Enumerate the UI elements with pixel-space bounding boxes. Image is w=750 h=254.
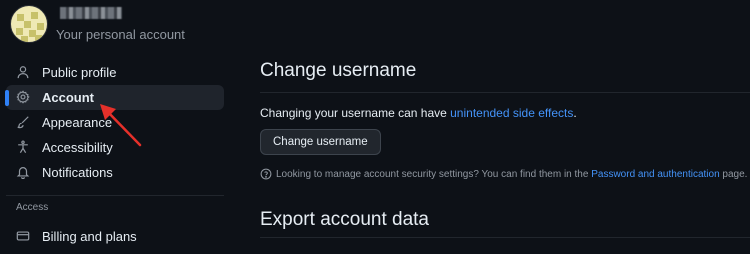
settings-sidebar: Public profile Account Appearance Access… <box>5 60 224 249</box>
username-redacted <box>60 7 122 19</box>
sidebar-heading-access: Access <box>16 202 49 213</box>
sidebar-item-label: Account <box>42 90 94 105</box>
gear-icon <box>16 89 32 106</box>
description-suffix: . <box>573 106 577 120</box>
bell-icon <box>16 165 32 181</box>
paintbrush-icon <box>16 115 32 131</box>
annotation-arrow <box>100 104 142 147</box>
export-account-data-title: Export account data <box>260 209 750 238</box>
change-username-button[interactable]: Change username <box>260 129 381 155</box>
sidebar-divider <box>6 195 224 196</box>
main-content: Change username Changing your username c… <box>260 60 750 238</box>
sidebar-item-label: Notifications <box>42 165 113 180</box>
description-text: Changing your username can have <box>260 106 451 120</box>
avatar[interactable] <box>10 5 48 43</box>
password-authentication-link[interactable]: Password and authentication <box>591 169 719 180</box>
sidebar-item-label: Public profile <box>42 65 117 80</box>
sidebar-item-label: Billing and plans <box>42 229 137 244</box>
settings-page: Your personal account Public profile Acc… <box>0 0 750 254</box>
security-settings-note: Looking to manage account security setti… <box>260 168 750 180</box>
person-icon <box>16 65 32 81</box>
sidebar-item-notifications[interactable]: Notifications <box>6 160 224 185</box>
change-username-title: Change username <box>260 60 750 93</box>
accessibility-icon <box>16 139 32 156</box>
question-icon <box>260 168 272 180</box>
unintended-side-effects-link[interactable]: unintended side effects <box>450 106 573 120</box>
sidebar-item-public-profile[interactable]: Public profile <box>6 60 224 85</box>
note-text: Looking to manage account security setti… <box>276 168 592 180</box>
sidebar-item-billing[interactable]: Billing and plans <box>6 224 224 249</box>
credit-card-icon <box>16 229 32 245</box>
change-username-description: Changing your username can have unintend… <box>260 106 750 120</box>
note-suffix: page. <box>719 168 748 180</box>
profile-subtitle: Your personal account <box>56 27 185 42</box>
profile-header: Your personal account <box>10 5 185 43</box>
